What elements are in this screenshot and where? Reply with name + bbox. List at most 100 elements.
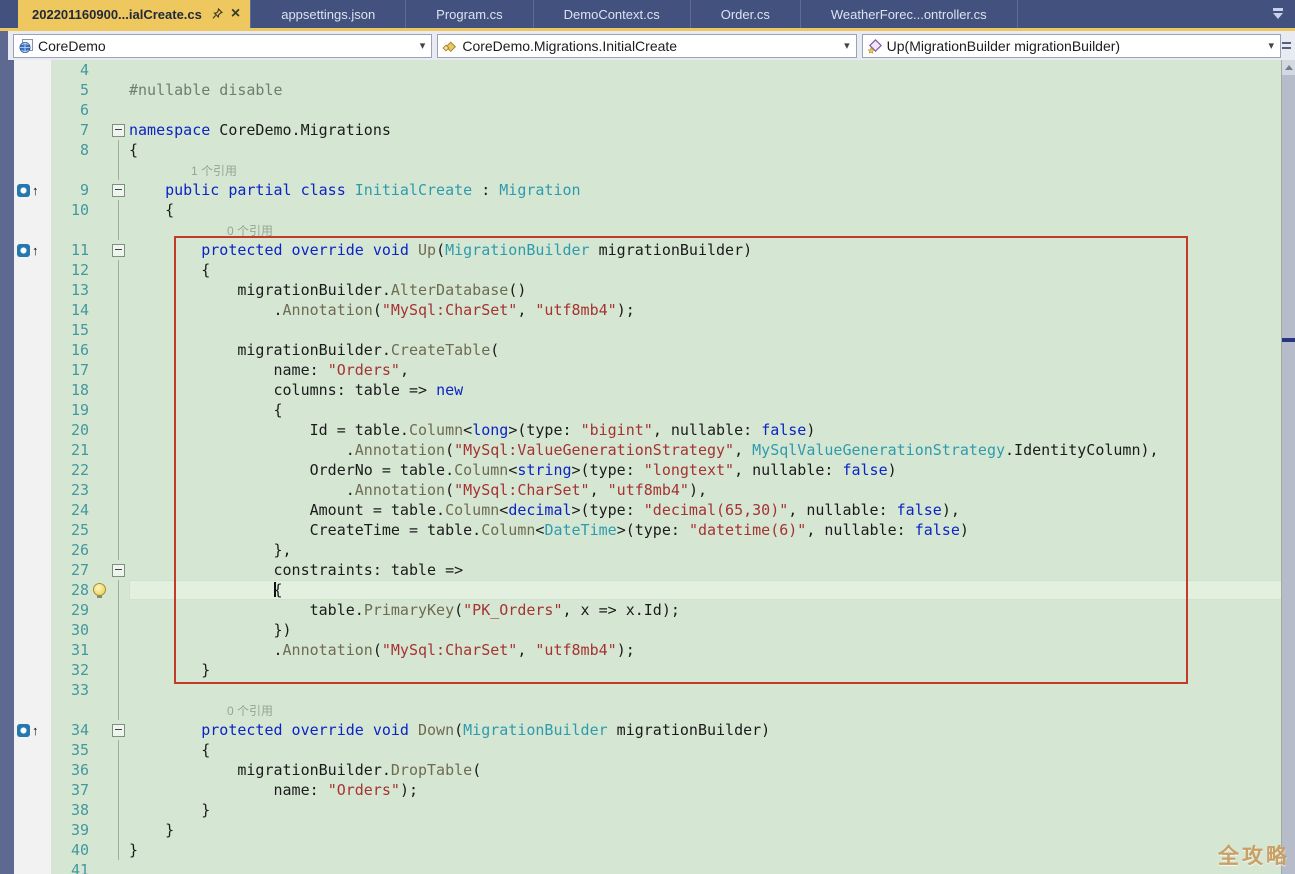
outline-margin <box>107 440 129 460</box>
outline-margin <box>107 260 129 280</box>
bulb-margin <box>91 520 107 540</box>
tab-program[interactable]: Program.cs <box>406 0 533 28</box>
glyph-margin <box>14 400 51 420</box>
project-dropdown[interactable]: CoreDemo ▾ <box>13 34 432 58</box>
close-icon[interactable]: × <box>231 6 240 22</box>
line-number: 41 <box>51 860 91 874</box>
bulb-margin <box>91 840 107 860</box>
line-number: 20 <box>51 420 91 440</box>
collapse-box-icon[interactable] <box>112 124 125 137</box>
glyph-margin <box>14 580 51 600</box>
collapse-box-icon[interactable] <box>112 244 125 257</box>
glyph-margin <box>14 860 51 874</box>
outline-margin <box>107 100 129 120</box>
tab-democontext[interactable]: DemoContext.cs <box>534 0 691 28</box>
outline-margin <box>107 660 129 680</box>
bulb-margin <box>91 140 107 160</box>
tab-overflow-chevron-icon[interactable] <box>1271 7 1285 21</box>
tab-order[interactable]: Order.cs <box>691 0 801 28</box>
outline-margin <box>107 600 129 620</box>
outline-line <box>118 600 119 620</box>
line-number: 33 <box>51 680 91 700</box>
class-icon <box>442 38 458 54</box>
line-number: 5 <box>51 80 91 100</box>
outline-line <box>118 780 119 800</box>
code-line: 24 Amount = table.Column<decimal>(type: … <box>14 500 1295 520</box>
dropdown-arrow-icon[interactable]: ▾ <box>1266 39 1276 52</box>
outline-line <box>118 800 119 820</box>
bulb-margin <box>91 180 107 200</box>
bulb-margin <box>91 100 107 120</box>
dropdown-arrow-icon[interactable]: ▾ <box>842 39 852 52</box>
code-text: .Annotation("MySql:CharSet", "utf8mb4"), <box>129 480 1295 500</box>
code-text: .Annotation("MySql:CharSet", "utf8mb4"); <box>129 640 1295 660</box>
code-text <box>129 320 1295 340</box>
line-number: 36 <box>51 760 91 780</box>
glyph-margin <box>14 740 51 760</box>
outline-margin <box>107 520 129 540</box>
bulb-margin <box>91 440 107 460</box>
vs-editor-window: 202201160900...ialCreate.cs × appsetting… <box>0 0 1295 874</box>
member-dropdown[interactable]: Up(MigrationBuilder migrationBuilder) ▾ <box>862 34 1281 58</box>
collapse-box-icon[interactable] <box>112 184 125 197</box>
code-line: 7namespace CoreDemo.Migrations <box>14 120 1295 140</box>
outline-margin <box>107 220 129 240</box>
outline-margin <box>107 580 129 600</box>
codelens-row: 0 个引用 <box>14 700 1295 720</box>
outline-margin <box>107 820 129 840</box>
lightbulb-icon[interactable] <box>93 583 106 596</box>
bulb-margin <box>91 640 107 660</box>
bulb-margin <box>91 560 107 580</box>
glyph-margin <box>14 700 51 720</box>
code-editor[interactable]: 45#nullable disable67namespace CoreDemo.… <box>0 60 1295 874</box>
code-line: 21 .Annotation("MySql:ValueGenerationStr… <box>14 440 1295 460</box>
codelens-references[interactable]: 0 个引用 <box>129 220 1295 240</box>
type-dropdown[interactable]: CoreDemo.Migrations.InitialCreate ▾ <box>437 34 856 58</box>
glyph-margin <box>14 540 51 560</box>
line-number: 32 <box>51 660 91 680</box>
code-text: public partial class InitialCreate : Mig… <box>129 180 1295 200</box>
collapse-box-icon[interactable] <box>112 564 125 577</box>
code-text: table.PrimaryKey("PK_Orders", x => x.Id)… <box>129 600 1295 620</box>
outline-line <box>118 260 119 280</box>
glyph-margin <box>14 780 51 800</box>
outline-margin <box>107 160 129 180</box>
line-number: 7 <box>51 120 91 140</box>
glyph-margin <box>14 660 51 680</box>
glyph-margin <box>14 340 51 360</box>
line-number <box>51 700 91 720</box>
outline-margin <box>107 760 129 780</box>
vertical-scrollbar[interactable] <box>1281 60 1295 874</box>
code-text: { <box>129 580 1295 600</box>
splitter-icon[interactable] <box>1281 37 1293 55</box>
codelens-row: 0 个引用 <box>14 220 1295 240</box>
code-line: 17 name: "Orders", <box>14 360 1295 380</box>
bulb-margin <box>91 500 107 520</box>
bulb-margin <box>91 720 107 740</box>
codelens-references[interactable]: 0 个引用 <box>129 700 1295 720</box>
pin-icon[interactable] <box>212 8 223 20</box>
code-line: 10 { <box>14 200 1295 220</box>
scrollbar-thumb[interactable] <box>1282 75 1295 874</box>
tab-appsettings[interactable]: appsettings.json <box>251 0 406 28</box>
bulb-margin <box>91 480 107 500</box>
scrollbar-up-arrow-icon[interactable] <box>1282 60 1295 75</box>
collapse-box-icon[interactable] <box>112 724 125 737</box>
bulb-margin <box>91 340 107 360</box>
code-text: { <box>129 260 1295 280</box>
glyph-margin <box>14 80 51 100</box>
tab-initialcreate[interactable]: 202201160900...ialCreate.cs × <box>18 0 251 28</box>
type-dropdown-value: CoreDemo.Migrations.InitialCreate <box>462 38 842 54</box>
tab-label: DemoContext.cs <box>564 7 660 22</box>
codelens-references[interactable]: 1 个引用 <box>129 160 1295 180</box>
bulb-margin <box>91 300 107 320</box>
code-text: migrationBuilder.CreateTable( <box>129 340 1295 360</box>
code-text: } <box>129 800 1295 820</box>
glyph-margin <box>14 640 51 660</box>
code-line: 40} <box>14 840 1295 860</box>
tab-weatherforecast[interactable]: WeatherForec...ontroller.cs <box>801 0 1018 28</box>
dropdown-arrow-icon[interactable]: ▾ <box>418 39 428 52</box>
bulb-margin <box>91 160 107 180</box>
code-line: 13 migrationBuilder.AlterDatabase() <box>14 280 1295 300</box>
up-arrow-icon: ↑ <box>32 244 39 257</box>
